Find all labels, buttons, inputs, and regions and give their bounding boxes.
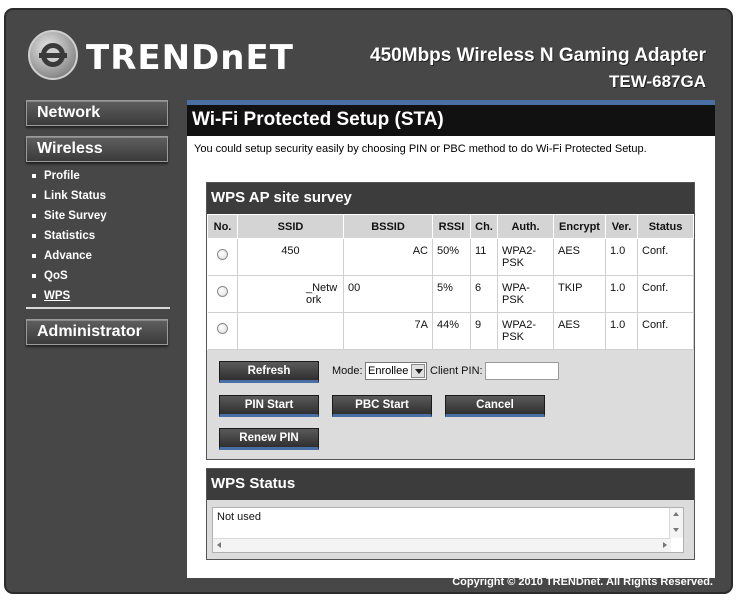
status-cell: Conf. [637,312,694,350]
rssi-cell: 50% [432,238,471,276]
menu-item-profile[interactable]: Profile [28,166,170,186]
column-header: No. [207,214,238,239]
bssid-cell: 00 [343,275,433,313]
pbc-start-button[interactable]: PBC Start [332,395,432,417]
vertical-scrollbar[interactable] [669,508,683,538]
copyright-footer: Copyright © 2010 TRENDnet. All Rights Re… [452,576,713,588]
trendnet-logo-icon [28,30,78,80]
select-radio[interactable] [216,286,228,297]
wps-status-text: Not used [217,511,262,523]
auth-cell: WPA2-PSK [497,238,554,276]
ssid-cell: 450 [237,238,344,276]
client-pin-input[interactable] [485,362,559,380]
page-intro: You could setup security easily by choos… [194,143,647,155]
menu-item-statistics[interactable]: Statistics [28,226,170,246]
channel-cell: 6 [470,275,498,313]
auth-cell: WPA-PSK [497,275,554,313]
page-title: Wi-Fi Protected Setup (STA) [187,105,715,136]
bssid-cell: AC [343,238,433,276]
survey-panel: WPS AP site survey No. SSID BSSID RSSI C… [206,182,695,460]
menu-item-qos[interactable]: QoS [28,266,170,286]
column-header: Auth. [497,214,554,239]
scroll-left-icon[interactable] [217,542,221,548]
select-radio[interactable] [216,323,228,334]
rssi-cell: 44% [432,312,471,350]
select-radio[interactable] [216,249,228,260]
brand-name: TRENDnET [86,38,294,78]
product-name: 450Mbps Wireless N Gaming Adapter [370,45,706,66]
menu-item-advance[interactable]: Advance [28,246,170,266]
main-content: Wi-Fi Protected Setup (STA) You could se… [187,100,715,578]
pin-start-button[interactable]: PIN Start [219,395,319,417]
table-row: 7A 44% 9 WPA2-PSK AES 1.0 Conf. [207,312,694,350]
refresh-button[interactable]: Refresh [219,361,319,383]
column-header: SSID [237,214,344,239]
renew-pin-button[interactable]: Renew PIN [219,428,319,450]
rssi-cell: 5% [432,275,471,313]
scroll-right-icon[interactable] [663,542,667,548]
mode-select[interactable]: Enrollee [365,362,427,380]
column-header: Encrypt [553,214,606,239]
wps-status-textarea[interactable]: Not used [212,507,684,553]
survey-title: WPS AP site survey [207,183,694,214]
cancel-button[interactable]: Cancel [445,395,545,417]
column-header: Ch. [470,214,498,239]
scroll-down-icon[interactable] [673,528,679,532]
version-cell: 1.0 [605,238,638,276]
channel-cell: 9 [470,312,498,350]
table-row: 450 AC 50% 11 WPA2-PSK AES 1.0 Conf. [207,238,694,276]
sidebar-divider [26,307,170,309]
encrypt-cell: AES [553,312,606,350]
nav-administrator-button[interactable]: Administrator [26,319,168,345]
mode-selected-value: Enrollee [368,365,409,377]
client-pin-label: Client PIN: [430,365,483,377]
mode-label: Mode: [332,365,363,377]
version-cell: 1.0 [605,275,638,313]
scroll-up-icon[interactable] [673,512,679,516]
channel-cell: 11 [470,238,498,276]
status-cell: Conf. [637,238,694,276]
bssid-cell: 7A [343,312,433,350]
table-row: _Network 00 5% 6 WPA-PSK TKIP 1.0 Conf. [207,275,694,313]
table-header-row: No. SSID BSSID RSSI Ch. Auth. Encrypt Ve… [207,214,694,239]
wps-status-title: WPS Status [207,469,694,500]
status-cell: Conf. [637,275,694,313]
column-header: BSSID [343,214,433,239]
survey-table: No. SSID BSSID RSSI Ch. Auth. Encrypt Ve… [207,214,694,350]
nav-network-button[interactable]: Network [26,100,168,126]
model-number: TEW-687GA [609,72,706,91]
encrypt-cell: AES [553,238,606,276]
encrypt-cell: TKIP [553,275,606,313]
wireless-submenu: Profile Link Status Site Survey Statisti… [28,166,170,306]
chevron-down-icon[interactable] [411,364,425,378]
column-header: RSSI [432,214,471,239]
column-header: Ver. [605,214,638,239]
horizontal-scrollbar[interactable] [213,538,671,552]
version-cell: 1.0 [605,312,638,350]
ssid-cell: _Network [237,275,344,313]
menu-item-wps[interactable]: WPS [28,286,170,306]
wps-status-panel: WPS Status Not used [206,468,695,560]
menu-item-link-status[interactable]: Link Status [28,186,170,206]
auth-cell: WPA2-PSK [497,312,554,350]
column-header: Status [637,214,694,239]
menu-item-site-survey[interactable]: Site Survey [28,206,170,226]
ssid-cell [237,312,344,350]
app-frame: TRENDnET 450Mbps Wireless N Gaming Adapt… [4,8,733,594]
nav-wireless-button[interactable]: Wireless [26,136,168,162]
